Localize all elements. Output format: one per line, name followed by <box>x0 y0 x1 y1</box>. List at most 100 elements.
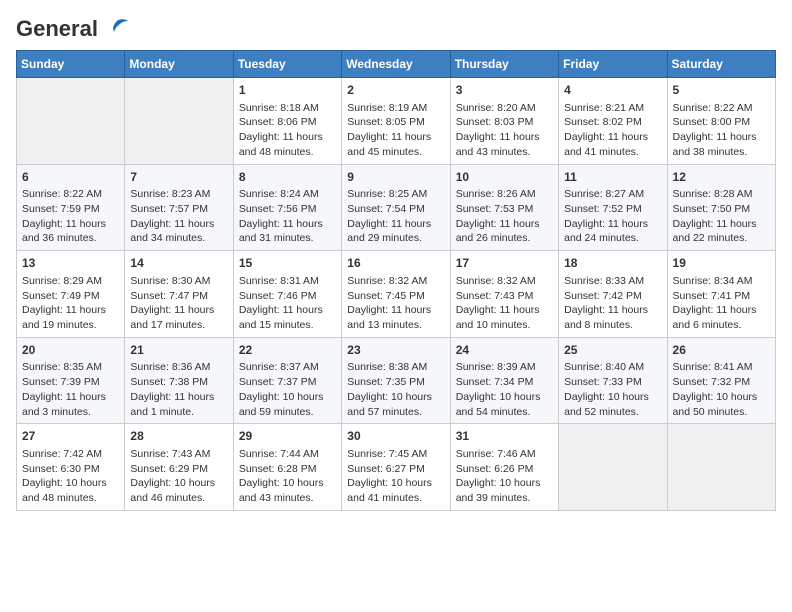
day-info: Sunrise: 8:21 AM Sunset: 8:02 PM Dayligh… <box>564 101 661 160</box>
day-info: Sunrise: 8:24 AM Sunset: 7:56 PM Dayligh… <box>239 187 336 246</box>
day-number: 6 <box>22 169 119 186</box>
day-number: 7 <box>130 169 227 186</box>
day-number: 1 <box>239 82 336 99</box>
day-number: 30 <box>347 428 444 445</box>
day-number: 19 <box>673 255 770 272</box>
weekday-header-row: SundayMondayTuesdayWednesdayThursdayFrid… <box>17 51 776 78</box>
page-header: General <box>16 16 776 38</box>
weekday-label: Sunday <box>17 51 125 78</box>
calendar-cell: 23Sunrise: 8:38 AM Sunset: 7:35 PM Dayli… <box>342 337 450 424</box>
calendar-cell: 17 Sunrise: 8:32 AM Sunset: 7:43 PM Dayli… <box>450 251 558 338</box>
day-number: 8 <box>239 169 336 186</box>
day-info: Sunrise: 8:18 AM Sunset: 8:06 PM Dayligh… <box>239 101 336 160</box>
day-info: Sunrise: 8:23 AM Sunset: 7:57 PM Dayligh… <box>130 187 227 246</box>
day-number: 23 <box>347 342 444 359</box>
day-number: 25 <box>564 342 661 359</box>
calendar-cell <box>559 424 667 511</box>
calendar-cell: 28 Sunrise: 7:43 AM Sunset: 6:29 PM Dayli… <box>125 424 233 511</box>
day-number: 21 <box>130 342 227 359</box>
day-number: 15 <box>239 255 336 272</box>
day-number: 27 <box>22 428 119 445</box>
calendar-cell: 26Sunrise: 8:41 AM Sunset: 7:32 PM Dayli… <box>667 337 775 424</box>
day-info: Sunrise: 8:20 AM Sunset: 8:03 PM Dayligh… <box>456 101 553 160</box>
day-info: Sunrise: 8:25 AM Sunset: 7:54 PM Dayligh… <box>347 187 444 246</box>
day-number: 28 <box>130 428 227 445</box>
calendar-cell: 5 Sunrise: 8:22 AM Sunset: 8:00 PM Daylig… <box>667 78 775 165</box>
day-info: Sunrise: 8:26 AM Sunset: 7:53 PM Dayligh… <box>456 187 553 246</box>
calendar-cell: 27 Sunrise: 7:42 AM Sunset: 6:30 PM Dayli… <box>17 424 125 511</box>
calendar-cell: 25Sunrise: 8:40 AM Sunset: 7:33 PM Dayli… <box>559 337 667 424</box>
calendar-cell: 30 Sunrise: 7:45 AM Sunset: 6:27 PM Dayli… <box>342 424 450 511</box>
calendar-cell: 7Sunrise: 8:23 AM Sunset: 7:57 PM Daylig… <box>125 164 233 251</box>
day-number: 14 <box>130 255 227 272</box>
day-number: 20 <box>22 342 119 359</box>
day-info: Sunrise: 8:22 AM Sunset: 8:00 PM Dayligh… <box>673 101 770 160</box>
day-info: Sunrise: 8:30 AM Sunset: 7:47 PM Dayligh… <box>130 274 227 333</box>
day-number: 16 <box>347 255 444 272</box>
calendar-cell: 24Sunrise: 8:39 AM Sunset: 7:34 PM Dayli… <box>450 337 558 424</box>
day-info: Sunrise: 7:45 AM Sunset: 6:27 PM Dayligh… <box>347 447 444 506</box>
day-info: Sunrise: 8:40 AM Sunset: 7:33 PM Dayligh… <box>564 360 661 419</box>
day-info: Sunrise: 8:35 AM Sunset: 7:39 PM Dayligh… <box>22 360 119 419</box>
calendar-cell: 18 Sunrise: 8:33 AM Sunset: 7:42 PM Dayli… <box>559 251 667 338</box>
calendar-body: 1 Sunrise: 8:18 AM Sunset: 8:06 PM Daylig… <box>17 78 776 511</box>
calendar-cell: 3 Sunrise: 8:20 AM Sunset: 8:03 PM Daylig… <box>450 78 558 165</box>
day-number: 5 <box>673 82 770 99</box>
calendar-week-row: 20Sunrise: 8:35 AM Sunset: 7:39 PM Dayli… <box>17 337 776 424</box>
day-info: Sunrise: 7:43 AM Sunset: 6:29 PM Dayligh… <box>130 447 227 506</box>
day-number: 29 <box>239 428 336 445</box>
weekday-label: Thursday <box>450 51 558 78</box>
day-info: Sunrise: 8:41 AM Sunset: 7:32 PM Dayligh… <box>673 360 770 419</box>
weekday-label: Wednesday <box>342 51 450 78</box>
calendar-week-row: 13 Sunrise: 8:29 AM Sunset: 7:49 PM Dayli… <box>17 251 776 338</box>
calendar-cell: 8Sunrise: 8:24 AM Sunset: 7:56 PM Daylig… <box>233 164 341 251</box>
calendar-cell: 2 Sunrise: 8:19 AM Sunset: 8:05 PM Daylig… <box>342 78 450 165</box>
calendar-table: SundayMondayTuesdayWednesdayThursdayFrid… <box>16 50 776 511</box>
day-number: 3 <box>456 82 553 99</box>
day-number: 22 <box>239 342 336 359</box>
day-info: Sunrise: 8:32 AM Sunset: 7:43 PM Dayligh… <box>456 274 553 333</box>
day-info: Sunrise: 8:37 AM Sunset: 7:37 PM Dayligh… <box>239 360 336 419</box>
calendar-cell: 19 Sunrise: 8:34 AM Sunset: 7:41 PM Dayli… <box>667 251 775 338</box>
calendar-cell: 6Sunrise: 8:22 AM Sunset: 7:59 PM Daylig… <box>17 164 125 251</box>
logo-bird-icon <box>102 18 130 40</box>
day-info: Sunrise: 8:34 AM Sunset: 7:41 PM Dayligh… <box>673 274 770 333</box>
day-number: 31 <box>456 428 553 445</box>
calendar-cell: 12Sunrise: 8:28 AM Sunset: 7:50 PM Dayli… <box>667 164 775 251</box>
day-number: 4 <box>564 82 661 99</box>
calendar-cell: 20Sunrise: 8:35 AM Sunset: 7:39 PM Dayli… <box>17 337 125 424</box>
day-info: Sunrise: 8:36 AM Sunset: 7:38 PM Dayligh… <box>130 360 227 419</box>
day-number: 2 <box>347 82 444 99</box>
weekday-label: Friday <box>559 51 667 78</box>
day-number: 11 <box>564 169 661 186</box>
day-info: Sunrise: 7:44 AM Sunset: 6:28 PM Dayligh… <box>239 447 336 506</box>
day-info: Sunrise: 8:22 AM Sunset: 7:59 PM Dayligh… <box>22 187 119 246</box>
calendar-cell: 29 Sunrise: 7:44 AM Sunset: 6:28 PM Dayli… <box>233 424 341 511</box>
calendar-header: SundayMondayTuesdayWednesdayThursdayFrid… <box>17 51 776 78</box>
day-info: Sunrise: 8:33 AM Sunset: 7:42 PM Dayligh… <box>564 274 661 333</box>
calendar-cell <box>667 424 775 511</box>
day-number: 17 <box>456 255 553 272</box>
calendar-cell: 22Sunrise: 8:37 AM Sunset: 7:37 PM Dayli… <box>233 337 341 424</box>
calendar-cell: 15 Sunrise: 8:31 AM Sunset: 7:46 PM Dayli… <box>233 251 341 338</box>
day-number: 13 <box>22 255 119 272</box>
day-info: Sunrise: 8:29 AM Sunset: 7:49 PM Dayligh… <box>22 274 119 333</box>
day-info: Sunrise: 8:27 AM Sunset: 7:52 PM Dayligh… <box>564 187 661 246</box>
calendar-week-row: 1 Sunrise: 8:18 AM Sunset: 8:06 PM Daylig… <box>17 78 776 165</box>
calendar-cell: 21Sunrise: 8:36 AM Sunset: 7:38 PM Dayli… <box>125 337 233 424</box>
weekday-label: Tuesday <box>233 51 341 78</box>
day-number: 18 <box>564 255 661 272</box>
day-info: Sunrise: 8:31 AM Sunset: 7:46 PM Dayligh… <box>239 274 336 333</box>
calendar-cell: 1 Sunrise: 8:18 AM Sunset: 8:06 PM Daylig… <box>233 78 341 165</box>
weekday-label: Monday <box>125 51 233 78</box>
calendar-cell: 31Sunrise: 7:46 AM Sunset: 6:26 PM Dayli… <box>450 424 558 511</box>
logo: General <box>16 16 130 38</box>
day-info: Sunrise: 8:32 AM Sunset: 7:45 PM Dayligh… <box>347 274 444 333</box>
logo-text-general: General <box>16 16 98 42</box>
day-info: Sunrise: 8:28 AM Sunset: 7:50 PM Dayligh… <box>673 187 770 246</box>
calendar-week-row: 6Sunrise: 8:22 AM Sunset: 7:59 PM Daylig… <box>17 164 776 251</box>
day-number: 26 <box>673 342 770 359</box>
day-info: Sunrise: 8:19 AM Sunset: 8:05 PM Dayligh… <box>347 101 444 160</box>
day-info: Sunrise: 7:42 AM Sunset: 6:30 PM Dayligh… <box>22 447 119 506</box>
calendar-cell: 11Sunrise: 8:27 AM Sunset: 7:52 PM Dayli… <box>559 164 667 251</box>
